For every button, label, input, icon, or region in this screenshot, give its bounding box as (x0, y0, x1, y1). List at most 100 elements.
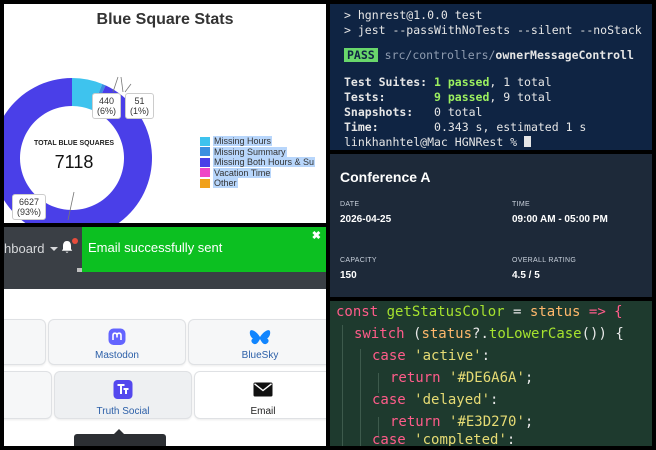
capacity-label: CAPACITY (340, 257, 377, 264)
code-line-7: case 'completed': (372, 432, 515, 446)
snapshots-value: 0 total (434, 105, 483, 119)
toast-progress-mark (77, 268, 82, 272)
snapshots-label: Snapshots: (344, 105, 435, 119)
indent-guide (378, 373, 379, 393)
code-line-6: return '#E3D270'; (390, 414, 533, 430)
chevron-down-icon[interactable] (50, 247, 58, 251)
code-token: 'active' (414, 348, 482, 364)
terminal-panel: > hgnrest@1.0.0 test > jest --passWithNo… (330, 4, 652, 150)
share-tile-partial[interactable] (4, 371, 52, 419)
tile-label: Truth Social (96, 406, 150, 417)
mastodon-icon (108, 328, 126, 345)
legend-swatch (200, 147, 210, 156)
total-label: TOTAL BLUE SQUARES (33, 140, 115, 147)
tile-label: BlueSky (241, 350, 279, 361)
tile-label: Mastodon (95, 350, 139, 361)
time-label: Time: (344, 120, 435, 134)
callout-pct: (93%) (17, 207, 42, 217)
conference-title: Conference A (340, 169, 431, 185)
notification-badge (72, 238, 78, 244)
legend-label: Other (213, 178, 238, 188)
rating-label: OVERALL RATING (512, 257, 577, 264)
terminal-prompt-line[interactable]: linkhanhtel@Mac HGNRest % (344, 135, 532, 149)
bell-icon[interactable] (61, 240, 73, 254)
legend-label: Missing Hours (213, 136, 273, 146)
suites-total: , 1 total (489, 75, 552, 89)
date-value: 2026-04-25 (340, 214, 392, 225)
code-token: : (506, 432, 516, 446)
legend-label: Vacation Time (213, 167, 272, 178)
chart-legend: Missing Hours Missing Summary Missing Bo… (200, 136, 316, 189)
callout-missing-summary: 51 (1%) (125, 93, 155, 119)
callout-count: 440 (98, 96, 115, 106)
email-icon (253, 382, 273, 397)
share-tile-mastodon[interactable]: Mastodon (48, 319, 186, 365)
share-options: Mastodon BlueSky Truth Social Email (4, 289, 326, 446)
code-token: ; (524, 414, 534, 430)
code-token: 'completed' (414, 432, 507, 446)
capacity-value: 150 (340, 270, 357, 281)
terminal-snapshots-line: Snapshots: 0 total (344, 105, 482, 119)
code-token: : (481, 348, 491, 364)
nav-dashboard-link[interactable]: hboard (4, 241, 44, 256)
tests-passed: 9 passed (434, 90, 490, 104)
indent-guide (342, 325, 343, 446)
code-token: '#DE6A6A' (449, 370, 525, 386)
blue-square-stats-panel: Blue Square Stats TOTAL BLUE SQUARES 711… (4, 4, 326, 223)
code-token: '#E3D270' (449, 414, 525, 430)
share-tile-truth-social[interactable]: Truth Social (54, 371, 192, 419)
top-navbar: hboard Email successfully sent ✖ (4, 227, 326, 289)
code-token: 'delayed' (414, 392, 491, 408)
code-line-4: return '#DE6A6A'; (390, 370, 533, 386)
suites-label: Test Suites: (344, 75, 435, 89)
time-label: TIME (512, 201, 530, 208)
callout-pct: (1%) (130, 106, 150, 116)
share-tile-email[interactable]: Email (194, 371, 326, 419)
code-token: ?. (472, 326, 489, 342)
callout-count: 6627 (18, 197, 40, 207)
code-token: = (504, 304, 530, 320)
code-token: toLowerCase (488, 326, 582, 342)
callout-leader-line (124, 83, 132, 93)
terminal-time-line: Time: 0.343 s, estimated 1 s (344, 120, 586, 134)
terminal-line: > hgnrest@1.0.0 test (344, 8, 483, 22)
share-tile-partial[interactable] (4, 319, 46, 365)
code-token: case (372, 432, 415, 446)
share-tile-bluesky[interactable]: BlueSky (188, 319, 326, 365)
legend-item[interactable]: Missing Hours (200, 136, 315, 146)
callout-missing-both: 6627 (93%) (12, 194, 47, 220)
code-editor-panel: const getStatusColor = status => { switc… (330, 301, 652, 446)
code-token: : (490, 392, 499, 408)
close-icon[interactable]: ✖ (312, 229, 321, 242)
code-line-2: switch (status?.toLowerCase()) { (354, 326, 624, 342)
legend-label: Missing Summary (213, 146, 287, 157)
rating-value: 4.5 / 5 (512, 270, 540, 281)
terminal-pass-line: PASS src/controllers/ownerMessageControl… (344, 48, 634, 62)
tooltip (74, 434, 166, 446)
tests-label: Tests: (344, 90, 435, 104)
callout-pct: (6%) (97, 106, 117, 116)
legend-item[interactable]: Missing Summary (200, 146, 315, 157)
legend-swatch (200, 168, 210, 177)
legend-item[interactable]: Other (200, 178, 315, 188)
code-token: => { (580, 304, 623, 320)
legend-swatch (200, 157, 210, 167)
code-token: switch (354, 326, 414, 342)
terminal-tests-line: Tests: 9 passed, 9 total (344, 90, 552, 104)
code-token: const (336, 304, 387, 320)
truth-social-icon (113, 380, 133, 399)
legend-swatch (200, 136, 210, 146)
legend-item[interactable]: Missing Both Hours & Su (200, 157, 316, 167)
date-label: DATE (340, 201, 360, 208)
legend-label: Missing Both Hours & Su (213, 157, 316, 167)
code-token: ; (524, 370, 534, 386)
time-value: 09:00 AM - 05:00 PM (512, 214, 608, 225)
tile-label: Email (250, 406, 276, 417)
terminal-cursor (524, 136, 532, 147)
terminal-line: > jest --passWithNoTests --silent --noSt… (344, 23, 642, 37)
success-toast: Email successfully sent ✖ (82, 227, 326, 272)
toast-message: Email successfully sent (88, 240, 223, 255)
legend-item[interactable]: Vacation Time (200, 167, 315, 178)
total-value: 7118 (54, 152, 94, 172)
indent-guide (360, 349, 361, 446)
